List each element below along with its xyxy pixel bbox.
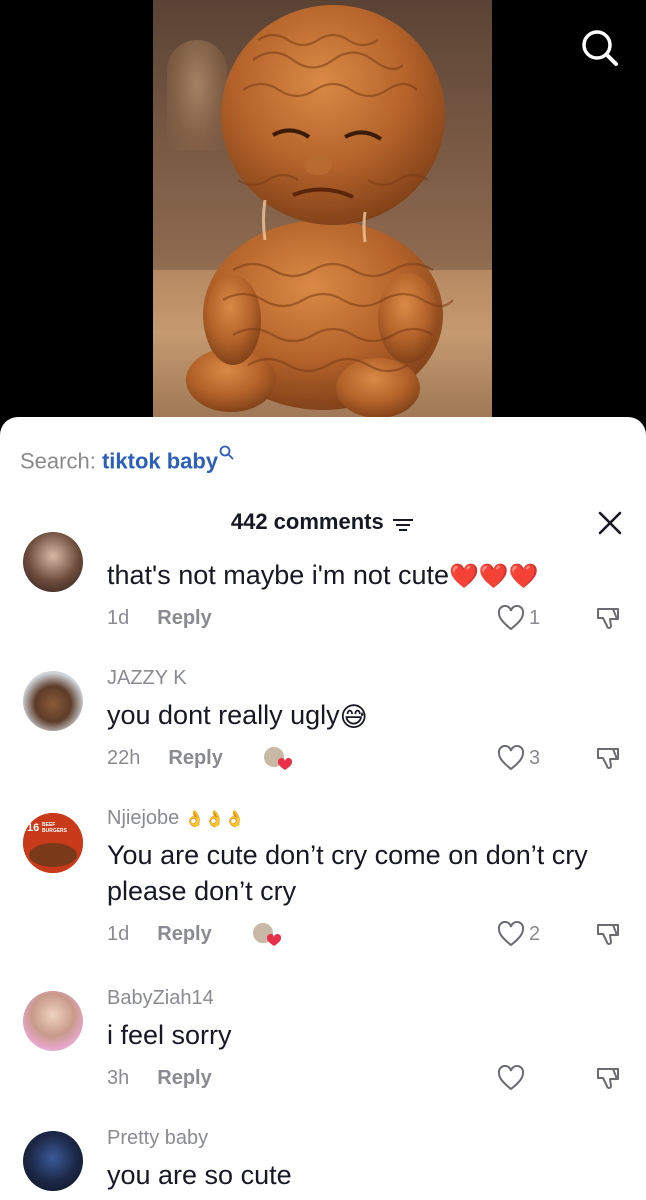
- comment-item: 16 BEEF BURGERS Njiejobe 👌👌👌 You are cut…: [0, 807, 646, 967]
- username-text: Njiejobe: [107, 807, 180, 829]
- close-icon[interactable]: [596, 509, 624, 537]
- reply-button[interactable]: Reply: [168, 747, 222, 770]
- comment-username[interactable]: JAZZY K: [107, 667, 187, 690]
- sweat-smile-emoji: 😅: [339, 701, 368, 732]
- like-button[interactable]: 3: [497, 744, 540, 772]
- comment-item: JAZZY K you dont really ugly😅 22h Reply …: [0, 667, 646, 787]
- heart-outline-icon: [497, 1065, 525, 1091]
- heart-outline-icon: [497, 745, 525, 771]
- thumbs-down-icon[interactable]: [594, 743, 624, 773]
- comment-text: you are so cute: [107, 1160, 292, 1190]
- comment-item: BabyZiah14 i feel sorry 3h Reply: [0, 987, 646, 1097]
- reply-button[interactable]: Reply: [157, 923, 211, 946]
- like-button[interactable]: 1: [497, 604, 540, 632]
- like-count: 1: [529, 606, 541, 629]
- comment-meta: 1d Reply: [107, 920, 282, 948]
- like-count: 3: [529, 746, 541, 769]
- avatar[interactable]: 16 BEEF BURGERS: [23, 813, 83, 873]
- related-search-query[interactable]: tiktok baby: [102, 448, 218, 473]
- avatar-text-bottom: BURGERS: [42, 828, 68, 834]
- baby-figure-illustration: [186, 5, 454, 418]
- related-search[interactable]: Search: tiktok baby: [20, 445, 234, 474]
- comments-sheet: Search: tiktok baby 442 comments that's …: [0, 417, 646, 1200]
- comment-text: you dont really ugly😅: [107, 697, 627, 735]
- comment-item: Pretty baby you are so cute: [0, 1127, 646, 1200]
- comment-username[interactable]: BabyZiah14: [107, 987, 214, 1010]
- reply-button[interactable]: Reply: [157, 607, 211, 630]
- like-button[interactable]: 2: [497, 920, 540, 948]
- like-button[interactable]: [497, 1064, 529, 1092]
- comment-text-content: that's not maybe i'm not cute: [107, 560, 449, 590]
- comment-meta: 3h Reply: [107, 1064, 212, 1092]
- search-icon[interactable]: [580, 28, 620, 68]
- avatar[interactable]: [23, 991, 83, 1051]
- like-count: 2: [529, 922, 541, 945]
- ok-hand-emoji: 👌👌👌: [184, 811, 245, 828]
- reply-button[interactable]: Reply: [157, 1067, 211, 1090]
- avatar[interactable]: [23, 671, 83, 731]
- avatar-number: 16: [27, 822, 39, 834]
- comment-meta: 1d Reply: [107, 604, 212, 632]
- video-player[interactable]: [0, 0, 646, 430]
- thumbs-down-icon[interactable]: [594, 1063, 624, 1093]
- comments-header: 442 comments: [0, 509, 646, 539]
- avatar[interactable]: [23, 532, 83, 592]
- comment-item: that's not maybe i'm not cute❤️❤️❤️ 1d R…: [0, 532, 646, 647]
- thumbs-down-icon[interactable]: [594, 919, 624, 949]
- comment-time: 1d: [107, 922, 130, 945]
- comment-text: You are cute don’t cry come on don’t cry…: [107, 840, 588, 906]
- search-icon: [219, 445, 234, 460]
- avatar[interactable]: [23, 1131, 83, 1191]
- sort-icon[interactable]: [391, 516, 415, 534]
- comment-time: 1d: [107, 606, 130, 629]
- comment-text: that's not maybe i'm not cute❤️❤️❤️: [107, 557, 627, 595]
- heart-outline-icon: [497, 921, 525, 947]
- comment-meta: 22h Reply: [107, 744, 293, 772]
- hearts-emoji: ❤️❤️❤️: [448, 562, 539, 590]
- related-search-prefix: Search:: [20, 448, 102, 474]
- creator-liked-icon: [250, 920, 282, 948]
- thumbs-down-icon[interactable]: [594, 603, 624, 633]
- comment-username[interactable]: Njiejobe 👌👌👌: [107, 807, 245, 830]
- heart-outline-icon: [497, 605, 525, 631]
- comment-count: 442 comments: [230, 509, 384, 534]
- comment-username[interactable]: Pretty baby: [107, 1127, 208, 1150]
- comment-text-content: you dont really ugly: [107, 700, 340, 730]
- comment-text: i feel sorry: [107, 1020, 232, 1050]
- video-thumbnail-baby-figure: [153, 0, 492, 430]
- comment-time: 3h: [107, 1066, 130, 1089]
- creator-liked-icon: [261, 744, 293, 772]
- comment-time: 22h: [107, 746, 141, 769]
